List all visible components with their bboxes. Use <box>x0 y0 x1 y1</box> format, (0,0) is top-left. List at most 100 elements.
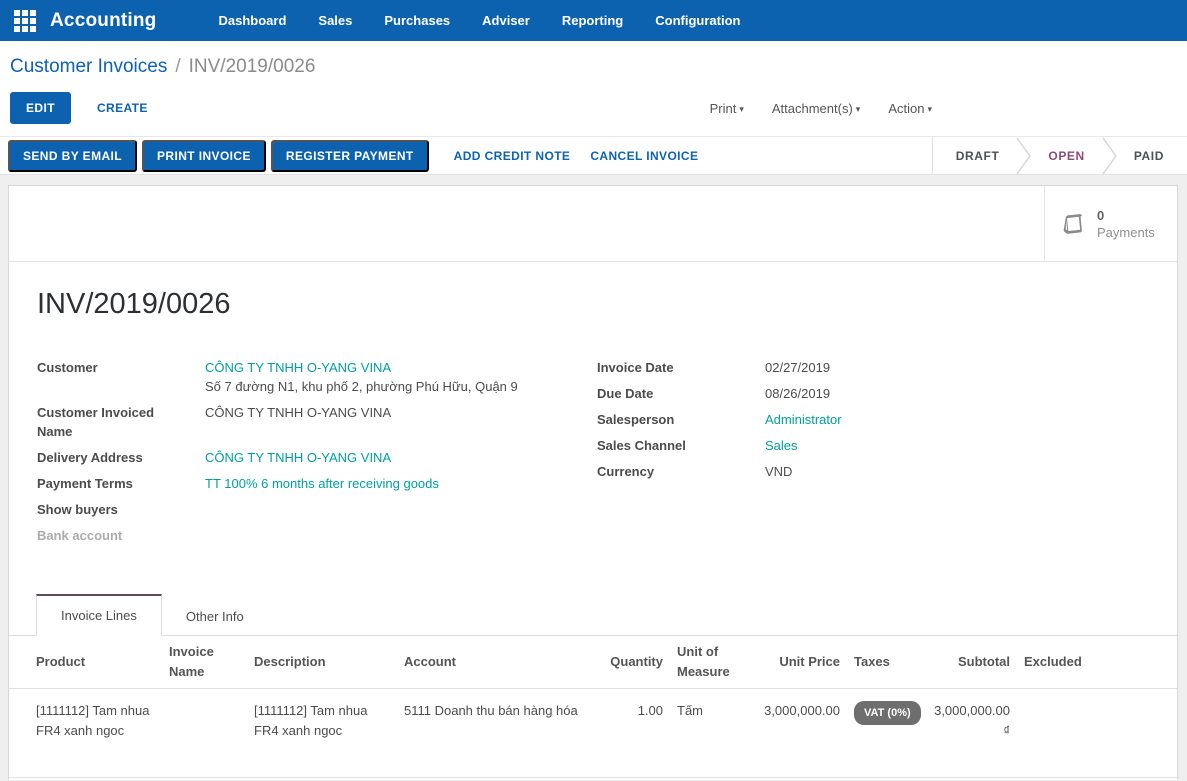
cell-description: [1111112] Tam nhua FR4 xanh ngoc <box>247 701 397 741</box>
col-excluded: Excluded <box>1017 652 1177 672</box>
caret-down-icon: ▾ <box>927 104 932 114</box>
nav-menu: Dashboard Sales Purchases Adviser Report… <box>203 0 757 41</box>
customer-address: Số 7 đường N1, khu phố 2, phường Phú Hữu… <box>205 379 518 394</box>
currency-value: VND <box>765 462 792 481</box>
delivery-address-link[interactable]: CÔNG TY TNHH O-YANG VINA <box>205 450 391 465</box>
field-group-left: Customer CÔNG TY TNHH O-YANG VINA Số 7 đ… <box>37 358 597 552</box>
notebook-tabs: Invoice Lines Other Info <box>9 594 1177 636</box>
nav-item-configuration[interactable]: Configuration <box>639 0 756 41</box>
statusbar-states: DRAFT OPEN PAID <box>932 137 1187 174</box>
payments-stat-button[interactable]: 0 Payments <box>1044 186 1177 261</box>
field-customer-invoiced-name: Customer Invoiced Name CÔNG TY TNHH O-YA… <box>37 403 597 441</box>
field-due-date: Due Date 08/26/2019 <box>597 384 1157 403</box>
col-uom: Unit of Measure <box>670 642 752 682</box>
sales-channel-label: Sales Channel <box>597 436 765 455</box>
nav-item-purchases[interactable]: Purchases <box>368 0 466 41</box>
currency-label: Currency <box>597 462 765 481</box>
payment-terms-label: Payment Terms <box>37 474 205 493</box>
field-salesperson: Salesperson Administrator <box>597 410 1157 429</box>
cell-unit-price: 3,000,000.00 <box>752 701 847 721</box>
col-description: Description <box>247 652 397 672</box>
breadcrumb-separator: / <box>175 56 180 77</box>
cell-uom: Tấm <box>670 701 752 721</box>
state-draft[interactable]: DRAFT <box>939 149 1017 163</box>
salesperson-link[interactable]: Administrator <box>765 412 842 427</box>
col-product: Product <box>9 652 162 672</box>
invoice-number-title: INV/2019/0026 <box>37 288 1157 321</box>
sales-channel-link[interactable]: Sales <box>765 438 798 453</box>
register-payment-button[interactable]: REGISTER PAYMENT <box>271 140 429 172</box>
cell-subtotal: 3,000,000.00 ₫ <box>917 701 1017 741</box>
payments-count: 0 <box>1097 207 1155 224</box>
due-date-label: Due Date <box>597 384 765 403</box>
tab-invoice-lines[interactable]: Invoice Lines <box>36 594 162 636</box>
attachments-menu[interactable]: Attachment(s)▾ <box>772 101 860 116</box>
col-invoice-name: Invoice Name <box>162 642 247 682</box>
field-bank-account: Bank account <box>37 526 597 545</box>
customer-invoiced-name-value: CÔNG TY TNHH O-YANG VINA <box>205 403 391 441</box>
action-menu[interactable]: Action▾ <box>888 101 932 116</box>
invoice-date-label: Invoice Date <box>597 358 765 377</box>
edit-button[interactable]: EDIT <box>10 92 71 124</box>
field-delivery-address: Delivery Address CÔNG TY TNHH O-YANG VIN… <box>37 448 597 467</box>
print-invoice-button[interactable]: PRINT INVOICE <box>142 140 266 172</box>
col-taxes: Taxes <box>847 652 917 672</box>
tab-other-info[interactable]: Other Info <box>162 597 268 636</box>
invoice-form-sheet: 0 Payments INV/2019/0026 Customer CÔNG T… <box>8 185 1178 780</box>
nav-item-adviser[interactable]: Adviser <box>466 0 546 41</box>
field-customer: Customer CÔNG TY TNHH O-YANG VINA Số 7 đ… <box>37 358 597 396</box>
field-group-right: Invoice Date 02/27/2019 Due Date 08/26/2… <box>597 358 1157 552</box>
breadcrumb-current: INV/2019/0026 <box>189 56 316 77</box>
delivery-address-label: Delivery Address <box>37 448 205 467</box>
customer-label: Customer <box>37 358 205 396</box>
app-title[interactable]: Accounting <box>50 10 157 32</box>
field-sales-channel: Sales Channel Sales <box>597 436 1157 455</box>
col-account: Account <box>397 652 590 672</box>
cell-quantity: 1.00 <box>590 701 670 721</box>
sheet-body: INV/2019/0026 Customer CÔNG TY TNHH O-YA… <box>9 288 1177 552</box>
col-subtotal: Subtotal <box>917 652 1017 672</box>
statusbar-buttons: SEND BY EMAIL PRINT INVOICE REGISTER PAY… <box>0 137 932 174</box>
field-show-buyers: Show buyers <box>37 500 597 519</box>
show-buyers-label: Show buyers <box>37 500 205 519</box>
field-invoice-date: Invoice Date 02/27/2019 <box>597 358 1157 377</box>
due-date-value: 08/26/2019 <box>765 384 830 403</box>
col-unit-price: Unit Price <box>752 652 847 672</box>
customer-link[interactable]: CÔNG TY TNHH O-YANG VINA <box>205 360 391 375</box>
control-panel-buttons: EDIT CREATE Print▾ Attachment(s)▾ Action… <box>8 86 1187 136</box>
top-navbar: Accounting Dashboard Sales Purchases Adv… <box>0 0 1187 41</box>
send-by-email-button[interactable]: SEND BY EMAIL <box>8 140 137 172</box>
create-button[interactable]: CREATE <box>97 101 148 115</box>
invoice-date-value: 02/27/2019 <box>765 358 830 377</box>
field-payment-terms: Payment Terms TT 100% 6 months after rec… <box>37 474 597 493</box>
nav-item-sales[interactable]: Sales <box>302 0 368 41</box>
invoice-lines-table: Product Invoice Name Description Account… <box>9 636 1177 778</box>
state-paid[interactable]: PAID <box>1117 149 1181 163</box>
stat-text: 0 Payments <box>1097 207 1155 241</box>
page-background: 0 Payments INV/2019/0026 Customer CÔNG T… <box>0 175 1187 780</box>
payments-label: Payments <box>1097 224 1155 241</box>
payment-terms-link[interactable]: TT 100% 6 months after receiving goods <box>205 476 439 491</box>
nav-item-reporting[interactable]: Reporting <box>546 0 639 41</box>
add-credit-note-button[interactable]: ADD CREDIT NOTE <box>454 149 571 163</box>
control-panel: Customer Invoices / INV/2019/0026 EDIT CRE… <box>0 41 1187 136</box>
state-open[interactable]: OPEN <box>1031 149 1101 163</box>
field-currency: Currency VND <box>597 462 1157 481</box>
caret-down-icon: ▾ <box>739 104 744 114</box>
table-header-row: Product Invoice Name Description Account… <box>9 636 1177 689</box>
journal-book-icon <box>1059 210 1086 237</box>
invoice-line-row[interactable]: [1111112] Tam nhua FR4 xanh ngoc [111111… <box>9 689 1177 778</box>
nav-item-dashboard[interactable]: Dashboard <box>203 0 303 41</box>
cancel-invoice-button[interactable]: CANCEL INVOICE <box>590 149 698 163</box>
print-menu[interactable]: Print▾ <box>710 101 744 116</box>
cell-account: 5111 Doanh thu bán hàng hóa <box>397 701 590 721</box>
cell-product: [1111112] Tam nhua FR4 xanh ngoc <box>9 701 162 741</box>
chevron-separator-icon <box>1016 137 1031 175</box>
button-box: 0 Payments <box>9 186 1177 262</box>
form-statusbar: SEND BY EMAIL PRINT INVOICE REGISTER PAY… <box>0 136 1187 175</box>
chevron-separator-icon <box>1102 137 1117 175</box>
action-menus: Print▾ Attachment(s)▾ Action▾ <box>710 101 932 116</box>
apps-grid-icon[interactable] <box>14 10 36 32</box>
bank-account-label: Bank account <box>37 526 205 545</box>
breadcrumb-parent-link[interactable]: Customer Invoices <box>10 56 167 77</box>
